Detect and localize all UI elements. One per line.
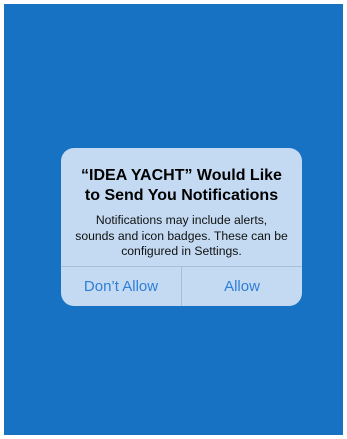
- dialog-content: “IDEA YACHT” Would Like to Send You Noti…: [61, 148, 302, 267]
- notification-permission-dialog: “IDEA YACHT” Would Like to Send You Noti…: [61, 148, 302, 306]
- dont-allow-button[interactable]: Don’t Allow: [61, 267, 181, 306]
- dialog-message: Notifications may include alerts, sounds…: [75, 213, 288, 258]
- dialog-title: “IDEA YACHT” Would Like to Send You Noti…: [81, 167, 282, 204]
- app-background: “IDEA YACHT” Would Like to Send You Noti…: [4, 4, 343, 435]
- allow-button[interactable]: Allow: [181, 267, 302, 306]
- dialog-actions: Don’t Allow Allow: [61, 266, 302, 306]
